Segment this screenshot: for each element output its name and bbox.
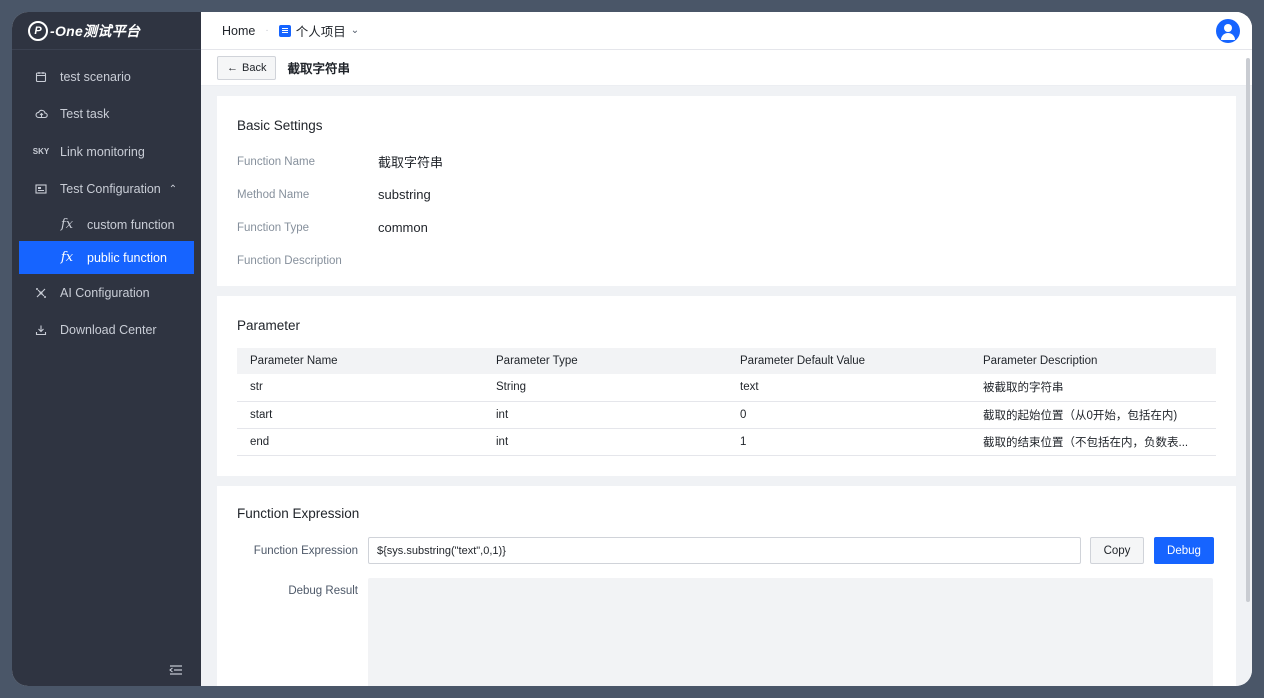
table-cell: 被截取的字符串 (970, 374, 1216, 402)
back-button[interactable]: ← Back (217, 55, 277, 80)
logo[interactable]: P -One测试平台 (12, 12, 201, 50)
top-bar: Home · 个人项目 ⌄ (201, 12, 1252, 50)
debug-result-label: Debug Result (288, 585, 358, 597)
basic-settings-card: Basic Settings Function Name 截取字符串 Metho… (217, 96, 1236, 286)
field-label: Function Type (237, 221, 310, 234)
debug-button[interactable]: Debug (1154, 537, 1214, 564)
main-area: Home · 个人项目 ⌄ ← Back 截取字符串 Basic Setting… (201, 12, 1252, 686)
sidebar-item-custom-function[interactable]: fx custom function (12, 208, 201, 241)
chevron-down-icon[interactable]: ⌄ (351, 25, 359, 36)
fx-icon: fx (60, 217, 74, 232)
table-cell: text (727, 374, 970, 402)
table-cell: 1 (727, 428, 970, 456)
field-label: Function Name (237, 155, 315, 168)
sidebar-item-label: custom function (87, 217, 175, 232)
column-header: Parameter Description (970, 348, 1216, 374)
field-label: Function Description (237, 254, 342, 267)
fx-icon: fx (60, 250, 74, 265)
page-header: ← Back 截取字符串 (201, 50, 1252, 86)
sidebar-item-label: test scenario (60, 69, 131, 84)
collapse-sidebar-icon[interactable] (168, 662, 184, 678)
sidebar-item-test-task[interactable]: Test task (12, 96, 201, 134)
app-window: P -One测试平台 test scenario Test task SKY L… (12, 12, 1252, 686)
section-title: Parameter (237, 318, 301, 333)
sidebar-item-link-monitoring[interactable]: SKY Link monitoring (12, 133, 201, 171)
calendar-icon (34, 70, 48, 84)
copy-button[interactable]: Copy (1090, 537, 1144, 564)
table-cell: 截取的结束位置（不包括在内，负数表... (970, 428, 1216, 456)
field-value: common (378, 220, 428, 235)
content: Basic Settings Function Name 截取字符串 Metho… (217, 96, 1236, 686)
arrow-left-icon: ← (227, 61, 238, 74)
sidebar-item-download-center[interactable]: Download Center (12, 312, 201, 350)
sidebar-item-public-function[interactable]: fx public function (19, 241, 194, 274)
table-cell: start (237, 401, 483, 429)
breadcrumb-separator: · (265, 25, 269, 36)
sidebar: P -One测试平台 test scenario Test task SKY L… (12, 12, 201, 686)
breadcrumb-home[interactable]: Home (222, 24, 255, 38)
parameter-table: Parameter Name Parameter Type Parameter … (237, 348, 1216, 456)
download-icon (34, 323, 48, 337)
table-cell: str (237, 374, 483, 402)
sidebar-item-test-scenario[interactable]: test scenario (12, 58, 201, 96)
field-label: Method Name (237, 188, 310, 201)
sidebar-menu: test scenario Test task SKY Link monitor… (12, 50, 201, 349)
table-cell: 截取的起始位置（从0开始，包括在内) (970, 401, 1216, 429)
field-value: 截取字符串 (378, 155, 444, 170)
function-expression-card: Function Expression Function Expression … (217, 486, 1236, 686)
sidebar-item-label: Test Configuration (60, 182, 161, 197)
table-cell: int (483, 401, 727, 429)
ai-icon (34, 286, 48, 300)
config-icon (34, 182, 48, 196)
table-cell: end (237, 428, 483, 456)
table-cell: String (483, 374, 727, 402)
field-row: Function Type common (237, 211, 1216, 244)
table-row: str String text 被截取的字符串 (237, 374, 1216, 402)
sidebar-item-test-configuration[interactable]: Test Configuration ⌃ (12, 171, 201, 209)
parameter-card: Parameter Parameter Name Parameter Type … (217, 296, 1236, 476)
field-value: substring (378, 187, 431, 202)
project-icon (278, 24, 291, 37)
column-header: Parameter Type (483, 348, 727, 374)
table-cell: int (483, 428, 727, 456)
column-header: Parameter Default Value (727, 348, 970, 374)
section-title: Basic Settings (237, 118, 323, 133)
logo-mark: P (28, 20, 48, 41)
debug-result-row: Debug Result (237, 578, 1216, 686)
scrollbar[interactable] (1246, 58, 1250, 602)
table-row: start int 0 截取的起始位置（从0开始，包括在内) (237, 401, 1216, 429)
cloud-icon (34, 107, 48, 121)
section-title: Function Expression (237, 506, 360, 521)
sidebar-item-label: Test task (60, 107, 110, 122)
field-row: Method Name substring (237, 178, 1216, 211)
avatar[interactable] (1216, 19, 1240, 43)
expression-label: Function Expression (253, 544, 358, 557)
table-cell: 0 (727, 401, 970, 429)
sidebar-item-label: public function (87, 250, 167, 265)
column-header: Parameter Name (237, 348, 483, 374)
project-selector[interactable]: 个人项目 (296, 21, 346, 40)
logo-text: -One测试平台 (50, 22, 141, 39)
expression-row: Function Expression ${sys.substring("tex… (237, 537, 1216, 564)
field-row: Function Name 截取字符串 (237, 145, 1216, 178)
back-button-label: Back (242, 61, 267, 74)
sky-icon: SKY (32, 147, 50, 157)
sidebar-item-ai-configuration[interactable]: AI Configuration (12, 274, 201, 312)
table-row: end int 1 截取的结束位置（不包括在内，负数表... (237, 428, 1216, 456)
field-row: Function Description (237, 244, 1216, 277)
sidebar-item-label: Link monitoring (60, 144, 145, 159)
debug-result-area[interactable] (368, 578, 1213, 686)
sidebar-item-label: AI Configuration (60, 285, 150, 300)
page-title: 截取字符串 (287, 62, 350, 76)
table-header-row: Parameter Name Parameter Type Parameter … (237, 348, 1216, 374)
chevron-up-icon[interactable]: ⌃ (169, 184, 177, 195)
expression-input[interactable]: ${sys.substring("text",0,1)} (368, 537, 1081, 564)
sidebar-item-label: Download Center (60, 323, 157, 338)
